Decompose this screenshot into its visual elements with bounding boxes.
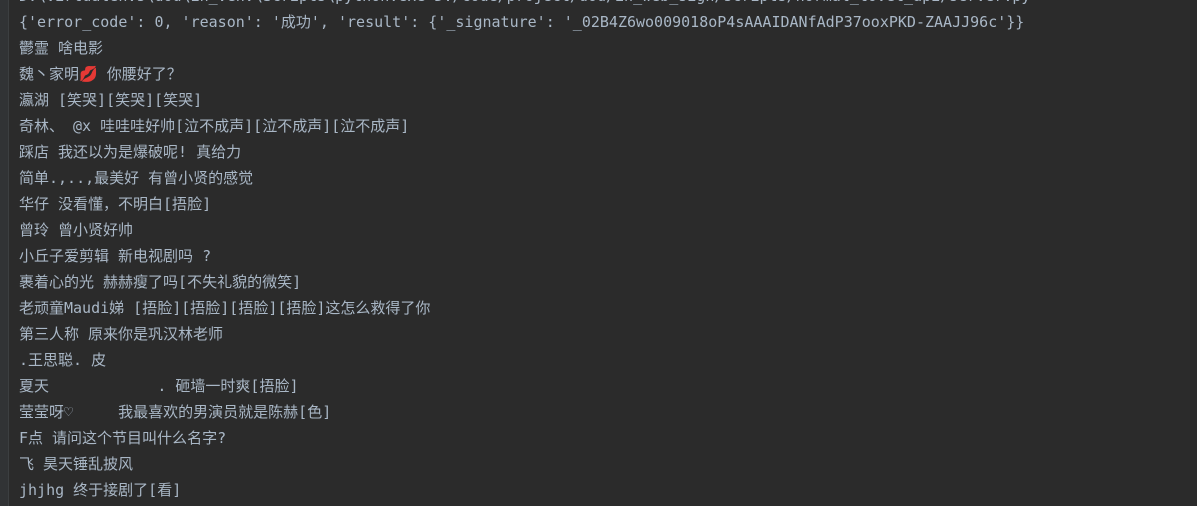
console-line: 老顽童Maudi娣 [捂脸][捂脸][捂脸][捂脸]这怎么救得了你: [19, 299, 431, 317]
console-gutter: [0, 0, 9, 506]
console-line: 小丘子爱剪辑 新电视剧吗 ?: [19, 247, 212, 265]
console-line: 鬱霊 啥电影: [19, 39, 104, 57]
console-output[interactable]: D:\virtualenvs\dou\in_venv\Scripts\pytho…: [19, 0, 1197, 503]
console-line: 裹着心的光 赫赫瘦了吗[不失礼貌的微笑]: [19, 273, 302, 291]
console-line: 奇林、 @x 哇哇哇好帅[泣不成声][泣不成声][泣不成声]: [19, 117, 410, 135]
console-line: F点 请问这个节目叫什么名字?: [19, 429, 227, 447]
console-line: 华仔 没看懂，不明白[捂脸]: [19, 195, 212, 213]
console-command-line: D:\virtualenvs\dou\in_venv\Scripts\pytho…: [19, 0, 1197, 9]
console-line: 第三人称 原来你是巩汉林老师: [19, 325, 224, 343]
console-line: 飞 昊天锤乱披风: [19, 455, 134, 473]
console-line: 瀛湖 [笑哭][笑哭][笑哭]: [19, 91, 203, 109]
console-line: 夏天 . 砸墙一时爽[捂脸]: [19, 377, 299, 395]
console-line: jhjhg 终于接剧了[看]: [19, 481, 182, 499]
console-line: .王思聪. 皮: [19, 351, 107, 369]
console-line: 简单.,..,最美好 有曾小贤的感觉: [19, 169, 254, 187]
console-line: {'error_code': 0, 'reason': '成功', 'resul…: [19, 13, 1025, 31]
console-line: 魏丶家明💋 你腰好了？: [19, 65, 182, 83]
console-line: 曾玲 曾小贤好帅: [19, 221, 134, 239]
console-line: 莹莹呀♡ 我最喜欢的男演员就是陈赫[色]: [19, 403, 332, 421]
console-line: 踩店 我还以为是爆破呢! 真给力: [19, 143, 242, 161]
